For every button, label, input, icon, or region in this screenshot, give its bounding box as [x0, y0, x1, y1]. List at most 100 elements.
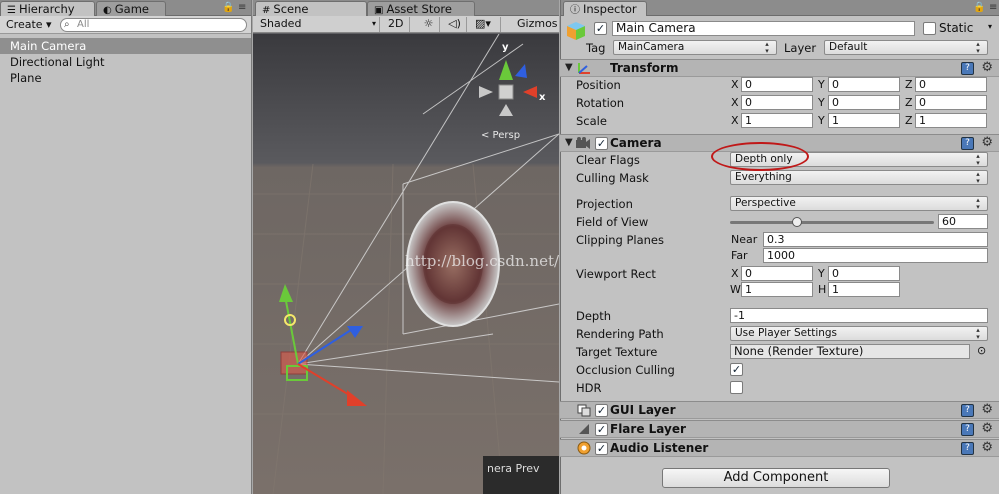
camera-enabled-checkbox[interactable]: ✓: [595, 137, 608, 150]
position-z-input[interactable]: 0: [915, 77, 987, 92]
axis-z-label: Z: [905, 114, 913, 127]
audio-listener-checkbox[interactable]: ✓: [595, 442, 608, 455]
persp-label[interactable]: < Persp: [481, 130, 520, 141]
dropdown-arrow-icon: ▾: [371, 19, 376, 28]
axis-y-label: Y: [818, 96, 825, 109]
tab-menu-icon[interactable]: ≡: [238, 2, 246, 13]
search-icon: ⌕: [64, 19, 70, 30]
transform-header[interactable]: ▼ Transform ? ⚙: [560, 59, 999, 77]
sun-icon[interactable]: ☼: [418, 17, 440, 32]
tab-scene[interactable]: # Scene: [255, 1, 367, 16]
viewport-w-input[interactable]: 1: [741, 282, 813, 297]
viewport-w-label: W: [730, 283, 741, 296]
scale-z-input[interactable]: 1: [915, 113, 987, 128]
gear-icon[interactable]: ⚙: [981, 421, 993, 436]
camera-title: Camera: [610, 136, 662, 150]
static-dropdown-arrow-icon[interactable]: ▾: [988, 22, 992, 31]
culling-mask-dropdown[interactable]: Everything: [730, 170, 988, 185]
fov-input[interactable]: 60: [938, 214, 988, 229]
transform-icon: [576, 61, 592, 75]
image-effects-icon[interactable]: ▨▾: [471, 17, 501, 32]
hdr-checkbox[interactable]: [730, 381, 743, 394]
occlusion-culling-label: Occlusion Culling: [576, 363, 675, 377]
scene-panel: # Scene ▣ Asset Store Shaded ▾ 2D ☼ ◁) ▨▾ G…: [253, 0, 559, 494]
viewport-y-input[interactable]: 0: [828, 266, 900, 281]
gameobject-cube-icon: [565, 20, 587, 42]
help-icon[interactable]: ?: [961, 62, 974, 75]
depth-input[interactable]: -1: [730, 308, 988, 323]
object-name-input[interactable]: Main Camera: [612, 21, 915, 36]
collapse-triangle-icon[interactable]: ▼: [565, 137, 573, 148]
axis-z-label: Z: [905, 96, 913, 109]
static-checkbox[interactable]: [923, 22, 936, 35]
tab-hierarchy[interactable]: ☰ Hierarchy: [0, 1, 95, 16]
occlusion-culling-checkbox[interactable]: ✓: [730, 363, 743, 376]
flare-layer-checkbox[interactable]: ✓: [595, 423, 608, 436]
near-label: Near: [731, 233, 758, 246]
gear-icon[interactable]: ⚙: [981, 135, 993, 150]
projection-dropdown[interactable]: Perspective: [730, 196, 988, 211]
gear-icon[interactable]: ⚙: [981, 402, 993, 417]
gear-icon[interactable]: ⚙: [981, 440, 993, 455]
viewport-x-input[interactable]: 0: [741, 266, 813, 281]
tab-game[interactable]: ◐ Game: [96, 1, 166, 16]
help-icon[interactable]: ?: [961, 404, 974, 417]
create-button[interactable]: Create ▾: [2, 18, 56, 32]
help-icon[interactable]: ?: [961, 137, 974, 150]
gui-layer-header[interactable]: ✓ GUI Layer ? ⚙: [560, 401, 999, 419]
object-picker-icon[interactable]: ⊙: [977, 344, 986, 357]
hierarchy-list: Main Camera Directional Light Plane: [0, 38, 251, 86]
camera-header[interactable]: ▼ ✓ Camera ? ⚙: [560, 134, 999, 152]
shading-mode-dropdown[interactable]: Shaded ▾: [256, 17, 380, 32]
viewport-y-label: Y: [818, 267, 825, 280]
layer-dropdown[interactable]: Default: [824, 40, 988, 55]
target-texture-field[interactable]: None (Render Texture): [730, 344, 970, 359]
hierarchy-item-main-camera[interactable]: Main Camera: [0, 38, 251, 54]
tab-asset-store[interactable]: ▣ Asset Store: [367, 1, 475, 16]
axis-x-label: X: [731, 96, 739, 109]
target-texture-label: Target Texture: [576, 345, 658, 359]
scene-viewport[interactable]: http://blog.csdn.net/ y x < Persp: [253, 34, 559, 494]
watermark-text: http://blog.csdn.net/: [405, 252, 559, 270]
rotation-y-input[interactable]: 0: [828, 95, 900, 110]
hierarchy-item-directional-light[interactable]: Directional Light: [0, 54, 251, 70]
flare-layer-title: Flare Layer: [610, 422, 686, 436]
lock-icon[interactable]: 🔒: [222, 2, 234, 13]
scene-canvas: http://blog.csdn.net/ y x < Persp: [253, 34, 559, 494]
scale-label: Scale: [576, 114, 607, 128]
gui-layer-icon: [576, 403, 592, 417]
lock-icon[interactable]: 🔒: [973, 2, 985, 13]
gear-icon[interactable]: ⚙: [981, 60, 993, 75]
collapse-triangle-icon[interactable]: ▼: [565, 62, 573, 73]
position-y-input[interactable]: 0: [828, 77, 900, 92]
hierarchy-search-input[interactable]: ⌕ All: [60, 18, 247, 32]
audio-listener-header[interactable]: ✓ Audio Listener ? ⚙: [560, 439, 999, 457]
viewport-h-label: H: [818, 283, 827, 296]
scale-y-input[interactable]: 1: [828, 113, 900, 128]
gui-layer-checkbox[interactable]: ✓: [595, 404, 608, 417]
tab-inspector[interactable]: ⓘ Inspector: [563, 1, 647, 16]
tag-dropdown[interactable]: MainCamera: [613, 40, 777, 55]
gizmos-dropdown[interactable]: Gizmos: [513, 17, 559, 32]
clipping-planes-label: Clipping Planes: [576, 233, 664, 247]
help-icon[interactable]: ?: [961, 442, 974, 455]
rotation-x-input[interactable]: 0: [741, 95, 813, 110]
rendering-path-dropdown[interactable]: Use Player Settings: [730, 326, 988, 341]
flare-layer-header[interactable]: ✓ Flare Layer ? ⚙: [560, 420, 999, 438]
scale-x-input[interactable]: 1: [741, 113, 813, 128]
active-checkbox[interactable]: ✓: [594, 22, 607, 35]
near-clip-input[interactable]: 0.3: [763, 232, 988, 247]
fov-slider-track[interactable]: [730, 221, 934, 224]
clear-flags-dropdown[interactable]: Depth only: [730, 152, 988, 167]
flare-layer-icon: [576, 422, 592, 436]
help-icon[interactable]: ?: [961, 423, 974, 436]
add-component-button[interactable]: Add Component: [662, 468, 890, 488]
mode-2d-button[interactable]: 2D: [384, 17, 410, 32]
position-x-input[interactable]: 0: [741, 77, 813, 92]
audio-icon[interactable]: ◁): [443, 17, 467, 32]
rotation-z-input[interactable]: 0: [915, 95, 987, 110]
hierarchy-item-plane[interactable]: Plane: [0, 70, 251, 86]
tab-menu-icon[interactable]: ≡: [989, 2, 997, 13]
far-clip-input[interactable]: 1000: [763, 248, 988, 263]
viewport-h-input[interactable]: 1: [828, 282, 900, 297]
